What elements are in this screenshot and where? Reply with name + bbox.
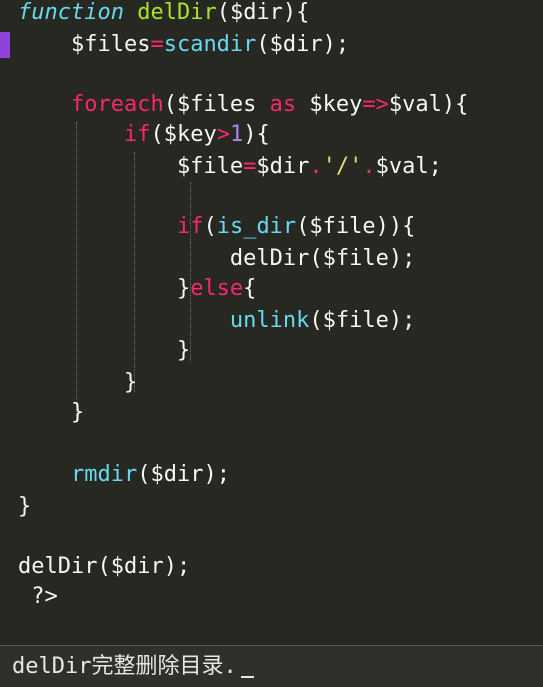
code-token: $val){ bbox=[388, 92, 469, 117]
code-token: delDir bbox=[137, 0, 217, 25]
code-token: rmdir bbox=[70, 462, 138, 487]
code-token: } bbox=[18, 276, 191, 301]
code-line[interactable]: }else{ bbox=[18, 274, 256, 304]
code-token: if bbox=[123, 122, 151, 147]
code-token: function bbox=[18, 0, 124, 25]
code-line[interactable]: unlink($file); bbox=[18, 306, 415, 336]
code-token: ){ bbox=[243, 122, 270, 147]
code-token: . bbox=[362, 154, 376, 179]
code-token: '/' bbox=[322, 154, 363, 179]
code-token: ($key bbox=[150, 122, 217, 147]
code-token: ($dir){ bbox=[216, 0, 310, 25]
code-line[interactable]: function delDir($dir){ bbox=[18, 0, 309, 28]
code-line[interactable]: } bbox=[18, 398, 84, 428]
code-line[interactable]: if(is_dir($file)){ bbox=[18, 212, 415, 242]
status-bar: delDir完整删除目录. bbox=[0, 646, 543, 687]
code-token: if bbox=[176, 214, 204, 239]
code-editor[interactable]: function delDir($dir){ $files=scandir($d… bbox=[0, 0, 543, 645]
code-token: = bbox=[243, 154, 257, 179]
status-caption: delDir完整删除目录. bbox=[12, 652, 254, 682]
code-token: } bbox=[18, 400, 85, 425]
code-token: $key bbox=[296, 92, 363, 117]
code-line[interactable]: foreach($files as $key=>$val){ bbox=[18, 90, 468, 120]
code-token: { bbox=[243, 276, 257, 301]
code-token: = bbox=[150, 32, 164, 57]
code-token: $files bbox=[18, 32, 151, 57]
code-token: 1 bbox=[229, 122, 244, 147]
code-line[interactable]: if($key>1){ bbox=[18, 120, 270, 150]
code-token: > bbox=[216, 122, 230, 147]
code-token: $val; bbox=[375, 154, 442, 179]
code-token: ?> bbox=[18, 584, 58, 609]
code-token: foreach bbox=[70, 92, 164, 117]
code-token: } bbox=[18, 494, 32, 519]
code-line[interactable]: $files=scandir($dir); bbox=[18, 30, 349, 60]
code-token: delDir($file); bbox=[18, 246, 416, 271]
current-line-marker bbox=[0, 32, 10, 58]
code-line[interactable]: $file=$dir.'/'.$val; bbox=[18, 152, 442, 182]
code-line[interactable]: delDir($dir); bbox=[18, 552, 190, 582]
code-token: => bbox=[362, 92, 389, 117]
code-token: ($dir); bbox=[137, 462, 230, 487]
code-token: unlink bbox=[229, 308, 310, 333]
code-token: } bbox=[18, 370, 138, 395]
code-line[interactable]: delDir($file); bbox=[18, 244, 415, 274]
status-caption-text: delDir完整删除目录. bbox=[12, 654, 237, 679]
code-token: ($dir); bbox=[256, 32, 350, 57]
code-line[interactable]: ?> bbox=[18, 582, 58, 612]
code-token: . bbox=[309, 154, 323, 179]
code-line[interactable]: } bbox=[18, 336, 190, 366]
code-token: is_dir bbox=[216, 214, 297, 239]
code-line[interactable]: rmdir($dir); bbox=[18, 460, 230, 490]
code-token: ($files bbox=[163, 92, 270, 117]
code-token: $file bbox=[18, 154, 244, 179]
code-token: $dir bbox=[256, 154, 310, 179]
code-token: else bbox=[190, 276, 244, 301]
code-token: delDir($dir); bbox=[18, 554, 191, 579]
code-token: as bbox=[269, 92, 297, 117]
code-line[interactable]: } bbox=[18, 368, 137, 398]
code-token: scandir bbox=[163, 32, 257, 57]
code-token: ($file)){ bbox=[296, 214, 416, 239]
code-token: ( bbox=[203, 214, 217, 239]
code-token: ($file); bbox=[309, 308, 416, 333]
text-cursor bbox=[240, 676, 254, 678]
code-token: } bbox=[18, 338, 191, 363]
code-line[interactable]: } bbox=[18, 492, 31, 522]
